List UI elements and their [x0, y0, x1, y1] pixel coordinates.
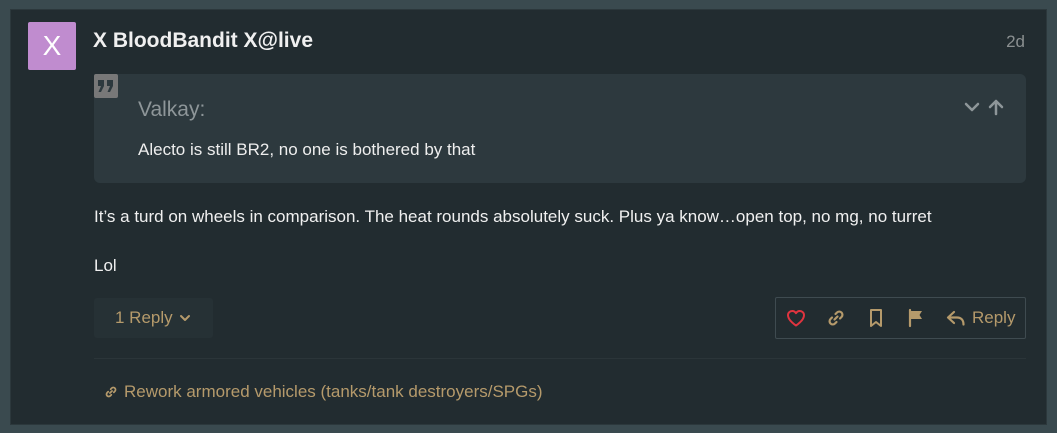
share-link-button[interactable]	[816, 298, 856, 338]
post-body-paragraph: It’s a turd on wheels in comparison. The…	[94, 207, 932, 226]
reply-button[interactable]: Reply	[936, 298, 1015, 338]
post-username[interactable]: X BloodBandit X@live	[93, 29, 313, 53]
arrow-up-icon[interactable]	[987, 98, 1005, 116]
flag-button[interactable]	[896, 298, 936, 338]
divider	[94, 358, 1026, 359]
flag-icon	[906, 308, 926, 328]
chevron-down-icon[interactable]	[963, 98, 981, 116]
replies-label: 1 Reply	[115, 308, 173, 327]
post-card: X X BloodBandit X@live 2d Valkay: Alecto…	[10, 9, 1047, 425]
link-icon	[826, 308, 846, 328]
topic-link-label: Rework armored vehicles (tanks/tank dest…	[124, 382, 543, 401]
post-body-paragraph: Lol	[94, 256, 117, 275]
bookmark-button[interactable]	[856, 298, 896, 338]
quote-author[interactable]: Valkay:	[138, 98, 205, 122]
heart-icon	[786, 309, 806, 327]
reply-icon	[946, 309, 966, 327]
avatar-letter: X	[42, 30, 62, 61]
quote-text: Alecto is still BR2, no one is bothered …	[138, 140, 476, 159]
bookmark-icon	[868, 308, 884, 328]
chevron-down-icon	[179, 312, 191, 324]
quote-block: Valkay: Alecto is still BR2, no one is b…	[94, 74, 1026, 183]
quote-icon	[94, 74, 118, 98]
topic-link[interactable]: Rework armored vehicles (tanks/tank dest…	[104, 382, 543, 402]
post-timestamp[interactable]: 2d	[1006, 32, 1025, 52]
avatar[interactable]: X	[28, 22, 76, 70]
like-button[interactable]	[776, 298, 816, 338]
reply-label: Reply	[972, 308, 1016, 327]
link-icon	[104, 385, 118, 399]
show-replies-button[interactable]: 1 Reply	[94, 298, 213, 338]
post-actions: Reply	[775, 297, 1026, 339]
